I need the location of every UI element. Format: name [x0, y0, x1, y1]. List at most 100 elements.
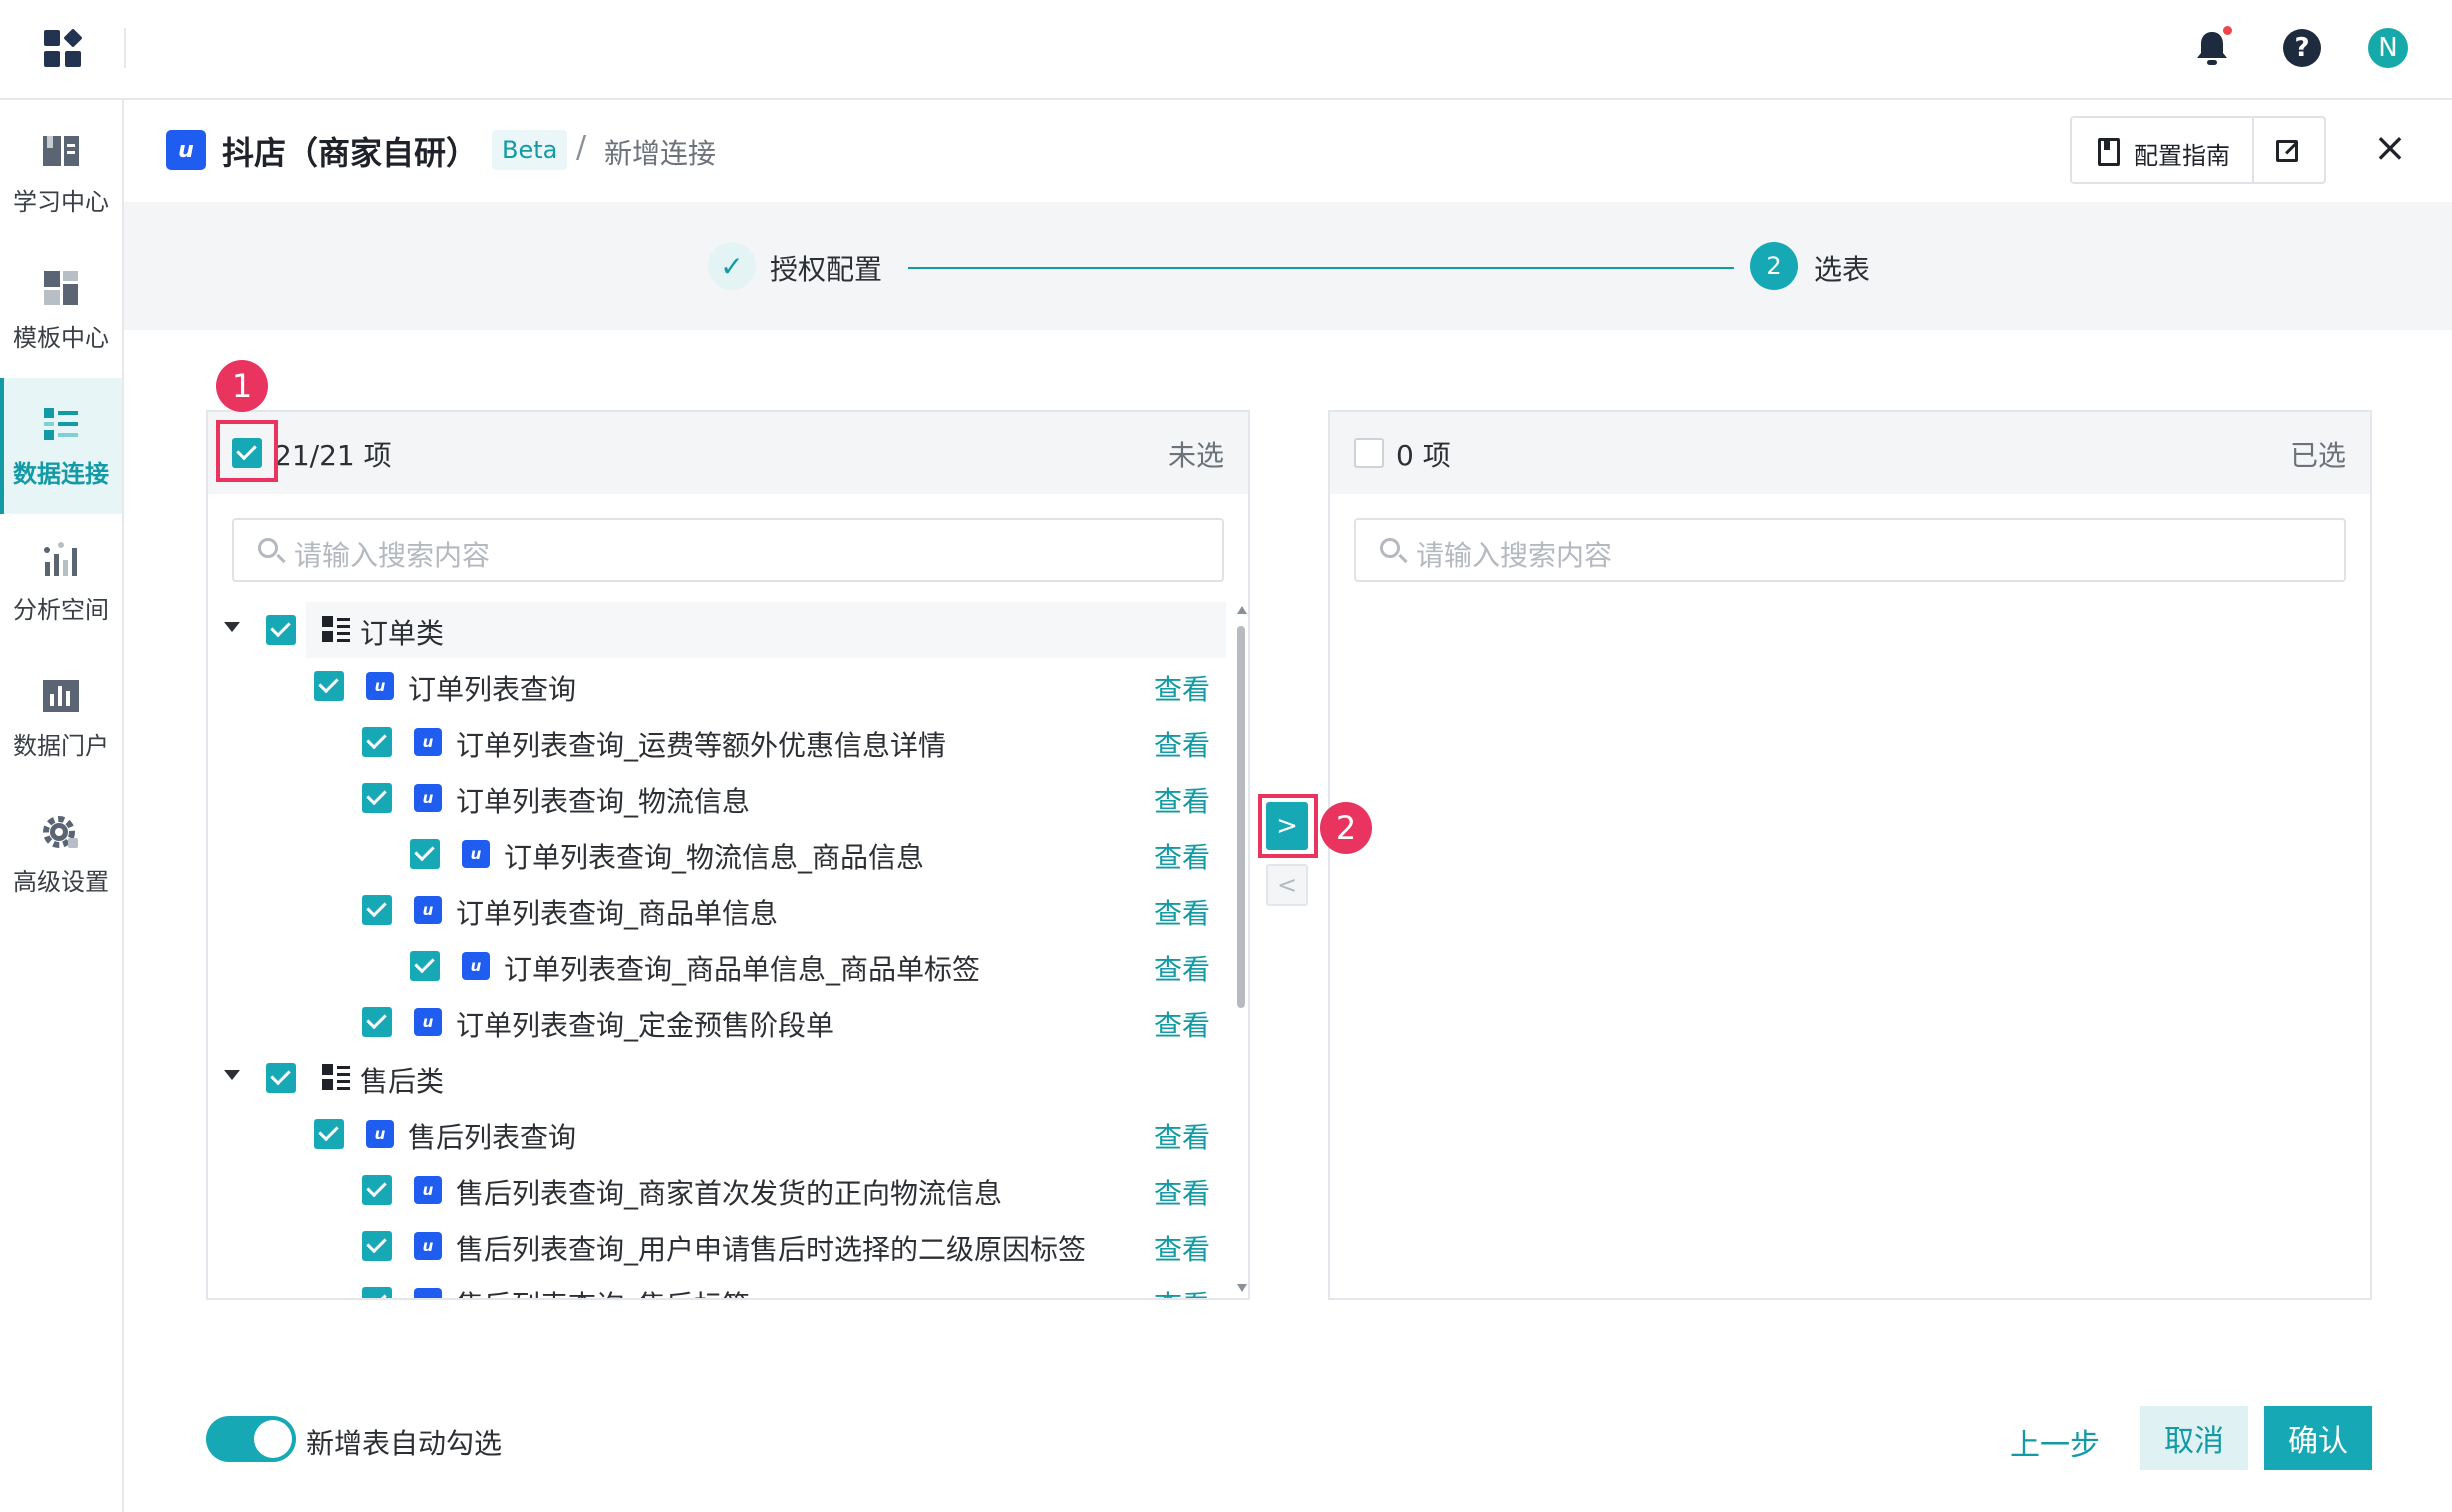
table-icon: u	[414, 896, 442, 924]
view-link[interactable]: 查看	[1154, 1228, 1210, 1268]
tree-table-row[interactable]: u 订单列表查询_物流信息 查看	[208, 770, 1228, 826]
notification-bell-icon[interactable]	[2192, 26, 2232, 68]
view-link[interactable]: 查看	[1154, 780, 1210, 820]
breadcrumb-separator: /	[576, 130, 587, 165]
help-icon[interactable]: ?	[2282, 28, 2322, 68]
row-checkbox[interactable]	[362, 727, 392, 757]
search-placeholder: 请输入搜索内容	[294, 539, 491, 572]
row-label: 售后列表查询	[408, 1121, 577, 1154]
tree-group-row[interactable]: 售后类	[208, 1050, 1228, 1106]
row-checkbox[interactable]	[362, 1231, 392, 1261]
step-select-table-label: 选表	[1814, 253, 1871, 286]
row-checkbox[interactable]	[410, 839, 440, 869]
previous-step-button[interactable]: 上一步	[2010, 1420, 2100, 1464]
annotation-highlight-2	[1258, 794, 1318, 858]
tree-table-row[interactable]: u 订单列表查询_商品单信息 查看	[208, 882, 1228, 938]
tree-table-row[interactable]: u 订单列表查询_运费等额外优惠信息详情 查看	[208, 714, 1228, 770]
tree-table-row[interactable]: u 售后列表查询 查看	[208, 1106, 1228, 1162]
toggle-knob	[254, 1420, 292, 1458]
tree-table-row[interactable]: u 售后列表查询_售后标签 查看	[208, 1274, 1228, 1298]
row-checkbox[interactable]	[362, 1175, 392, 1205]
row-checkbox[interactable]	[362, 1007, 392, 1037]
sidebar-item-portal[interactable]: 数据门户	[0, 650, 122, 786]
tree-scrollbar[interactable]	[1234, 602, 1248, 1298]
table-icon: u	[366, 672, 394, 700]
source-list-panel: 21/21 项 未选 请输入搜索内容 订单类 u 订单列表查询 查看 u 订单列…	[206, 410, 1250, 1300]
close-icon[interactable]: ×	[2368, 125, 2412, 171]
move-to-unselected-button[interactable]: <	[1266, 864, 1308, 906]
view-link[interactable]: 查看	[1154, 836, 1210, 876]
row-checkbox[interactable]	[362, 1287, 392, 1298]
template-icon	[44, 270, 78, 305]
view-link[interactable]: 查看	[1154, 1284, 1210, 1298]
row-checkbox[interactable]	[410, 951, 440, 981]
row-label: 订单列表查询_物流信息_商品信息	[504, 841, 925, 874]
row-checkbox[interactable]	[362, 895, 392, 925]
scroll-thumb[interactable]	[1237, 626, 1245, 1008]
view-link[interactable]: 查看	[1154, 1116, 1210, 1156]
view-link[interactable]: 查看	[1154, 892, 1210, 932]
config-guide-button[interactable]: 配置指南	[2070, 116, 2326, 184]
step-indicator: ✓ 授权配置 2 选表	[124, 202, 2452, 330]
gear-icon	[43, 815, 78, 848]
row-checkbox[interactable]	[314, 671, 344, 701]
page-header: u 抖店（商家自研） Beta / 新增连接 配置指南 ×	[124, 100, 2452, 202]
table-icon: u	[414, 1232, 442, 1260]
sidebar-item-templates[interactable]: 模板中心	[0, 242, 122, 378]
view-link[interactable]: 查看	[1154, 668, 1210, 708]
table-icon: u	[414, 784, 442, 812]
annotation-marker-1: 1	[216, 360, 268, 412]
cancel-button[interactable]: 取消	[2140, 1406, 2248, 1470]
expand-caret-icon[interactable]	[224, 622, 240, 632]
analysis-icon	[44, 541, 77, 576]
tree-table-row[interactable]: u 订单列表查询_商品单信息_商品单标签 查看	[208, 938, 1228, 994]
select-all-selected-checkbox[interactable]	[1354, 438, 1384, 468]
tree-table-row[interactable]: u 售后列表查询_用户申请售后时选择的二级原因标签 查看	[208, 1218, 1228, 1274]
row-checkbox[interactable]	[362, 783, 392, 813]
view-link[interactable]: 查看	[1154, 1004, 1210, 1044]
source-search-input[interactable]: 请输入搜索内容	[232, 518, 1224, 582]
table-icon: u	[414, 1176, 442, 1204]
row-checkbox[interactable]	[314, 1119, 344, 1149]
tree-table-row[interactable]: u 订单列表查询 查看	[208, 658, 1228, 714]
row-label: 售后列表查询_售后标签	[456, 1284, 750, 1298]
row-label: 售后列表查询_商家首次发货的正向物流信息	[456, 1177, 1003, 1210]
confirm-button[interactable]: 确认	[2264, 1406, 2372, 1470]
source-count: 21/21 项	[274, 439, 392, 472]
row-label: 订单列表查询_运费等额外优惠信息详情	[456, 729, 947, 762]
search-icon	[1380, 538, 1400, 558]
auto-select-label: 新增表自动勾选	[306, 1427, 503, 1460]
row-label: 订单列表查询_物流信息	[456, 785, 751, 818]
tree-group-row[interactable]: 订单类	[208, 602, 1228, 658]
guide-book-icon	[2098, 138, 2120, 166]
row-checkbox[interactable]	[266, 615, 296, 645]
sidebar-item-label: 数据门户	[13, 731, 109, 760]
folder-group-icon	[322, 616, 350, 644]
tree-table-row[interactable]: u 订单列表查询_物流信息_商品信息 查看	[208, 826, 1228, 882]
table-icon: u	[414, 1288, 442, 1298]
expand-caret-icon[interactable]	[224, 1070, 240, 1080]
sidebar-item-settings[interactable]: 高级设置	[0, 786, 122, 922]
open-external-icon[interactable]	[2276, 140, 2298, 162]
selected-search-input[interactable]: 请输入搜索内容	[1354, 518, 2346, 582]
row-checkbox[interactable]	[266, 1063, 296, 1093]
sidebar-item-data-connect[interactable]: 数据连接	[0, 378, 122, 514]
table-tree: 订单类 u 订单列表查询 查看 u 订单列表查询_运费等额外优惠信息详情 查看 …	[208, 602, 1228, 1298]
tree-table-row[interactable]: u 售后列表查询_商家首次发货的正向物流信息 查看	[208, 1162, 1228, 1218]
view-link[interactable]: 查看	[1154, 724, 1210, 764]
folder-group-icon	[322, 1064, 350, 1092]
view-link[interactable]: 查看	[1154, 948, 1210, 988]
view-link[interactable]: 查看	[1154, 1172, 1210, 1212]
notification-dot	[2223, 26, 2232, 35]
app-menu-icon[interactable]	[44, 28, 83, 68]
beta-badge: Beta	[492, 130, 568, 170]
douyin-shop-logo-icon: u	[166, 130, 206, 170]
scroll-down-arrow-icon[interactable]	[1237, 1284, 1247, 1292]
auto-select-toggle[interactable]	[206, 1416, 296, 1462]
sidebar-item-analysis[interactable]: 分析空间	[0, 514, 122, 650]
tree-table-row[interactable]: u 订单列表查询_定金预售阶段单 查看	[208, 994, 1228, 1050]
user-avatar[interactable]: N	[2368, 28, 2408, 68]
step-connector	[908, 267, 1734, 269]
sidebar-item-learning[interactable]: 学习中心	[0, 106, 122, 242]
scroll-up-arrow-icon[interactable]	[1237, 606, 1247, 614]
